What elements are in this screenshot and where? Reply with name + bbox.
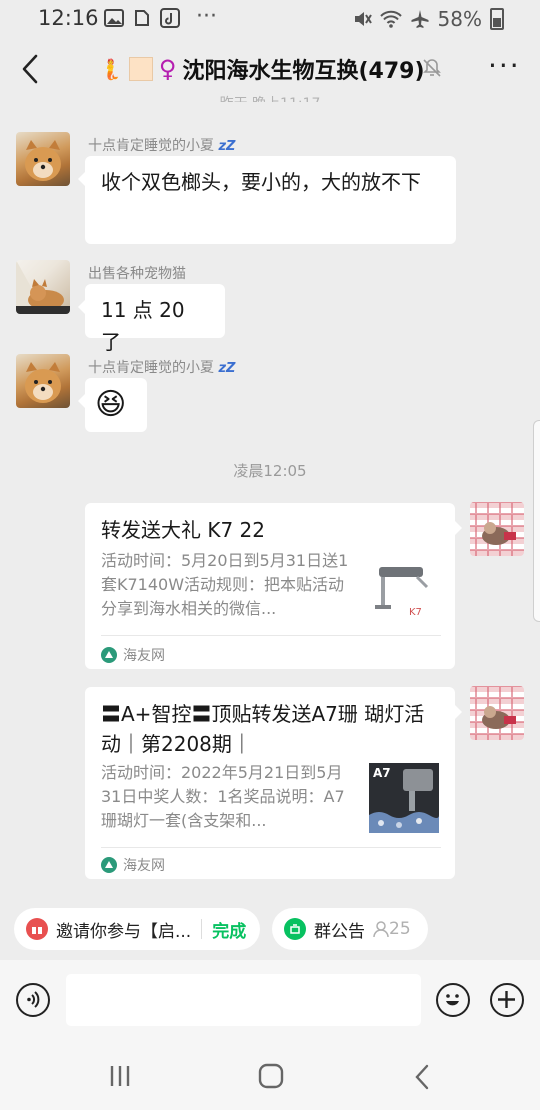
female-sign-emoji: ♀ — [158, 55, 177, 83]
notice-icon — [284, 918, 306, 940]
card-source-text: 海友网 — [123, 858, 165, 874]
mute-icon — [354, 12, 372, 26]
notice-count: 25 — [389, 919, 411, 939]
thumb-label: K7 — [409, 607, 422, 618]
status-time: 12:16 — [38, 6, 99, 30]
sender-name-text: 十点肯定睡觉的小夏 — [88, 360, 214, 376]
invite-chip[interactable]: 邀请你参与【启... 完成 — [14, 908, 260, 950]
system-nav-bar — [0, 1042, 540, 1110]
card-title: 转发送大礼 K7 22 — [101, 518, 266, 542]
chip-divider — [201, 919, 203, 939]
status-right: 58% — [352, 7, 504, 31]
person-icon — [373, 921, 389, 938]
gift-icon — [26, 918, 48, 940]
card-thumbnail: A7 — [369, 763, 439, 833]
group-title[interactable]: 🧜 ♀ 沈阳海水生物互换(479) — [98, 53, 425, 85]
self-avatar-image — [470, 686, 524, 740]
complete-button[interactable]: 完成 — [212, 917, 246, 942]
link-card[interactable]: 转发送大礼 K7 22 活动时间：5月20日到5月31日送1套K7140W活动规… — [85, 503, 462, 669]
card-title: 〓A+智控〓顶贴转发送A7珊 瑚灯活动｜第2208期｜ — [101, 702, 425, 756]
sleep-zz-icon: zZ — [218, 139, 236, 154]
mute-bell-icon — [423, 59, 441, 77]
sleep-zz-icon: zZ — [218, 361, 236, 376]
input-bar — [0, 960, 540, 1042]
avatar-self[interactable] — [470, 686, 524, 740]
card-source-text: 海友网 — [123, 648, 165, 664]
back-arrow-icon[interactable] — [16, 52, 46, 86]
time-divider: 凌晨12:05 — [233, 462, 307, 480]
home-icon[interactable] — [258, 1063, 284, 1089]
message-input[interactable] — [66, 974, 421, 1026]
invite-text: 邀请你参与【启... — [56, 921, 192, 942]
link-card[interactable]: 〓A+智控〓顶贴转发送A7珊 瑚灯活动｜第2208期｜ 活动时间：2022年5月… — [85, 687, 462, 879]
self-avatar-image — [470, 502, 524, 556]
avatar-cat[interactable] — [16, 260, 70, 314]
card-description: 活动时间：2022年5月21日到5月31日中奖人数：1名奖品说明：A7珊瑚灯一套… — [101, 763, 345, 830]
tiktok-icon — [160, 8, 180, 28]
source-logo-icon — [101, 647, 117, 663]
blank-square-emoji — [128, 57, 153, 81]
cat-image — [16, 260, 70, 314]
sender-name: 十点肯定睡觉的小夏 zZ — [88, 135, 235, 155]
battery-percent: 58% — [437, 7, 482, 31]
thumb-label: A7 — [373, 766, 391, 780]
sticker-bubble[interactable]: 😆 — [78, 378, 147, 432]
avatar-shiba[interactable] — [16, 354, 70, 408]
sender-name: 十点肯定睡觉的小夏 zZ — [88, 357, 235, 377]
avatar-self[interactable] — [470, 502, 524, 556]
wifi-icon — [379, 10, 402, 28]
message-bubble[interactable]: 11 点 20 了 — [78, 284, 225, 354]
files-icon — [135, 10, 149, 26]
more-options-button[interactable]: ··· — [488, 52, 521, 80]
faded-timestamp: 昨天 晚上11:17 — [0, 90, 540, 102]
voice-button[interactable] — [16, 983, 50, 1017]
card-source: 海友网 — [101, 645, 165, 665]
plus-button[interactable] — [490, 983, 524, 1017]
gallery-icon — [104, 9, 124, 27]
notice-text: 群公告 — [314, 921, 365, 942]
airplane-icon — [411, 10, 429, 28]
shiba-dog-image — [25, 362, 61, 403]
source-logo-icon — [101, 857, 117, 873]
coral-light-image: A7 — [369, 763, 439, 833]
sender-name-text: 十点肯定睡觉的小夏 — [88, 138, 214, 154]
message-bubble[interactable]: 收个双色榔头，要小的，大的放不下 — [78, 156, 456, 244]
mermaid-emoji: 🧜 — [98, 57, 123, 81]
aquarium-light-image: K7 — [375, 567, 429, 618]
card-divider — [101, 635, 441, 636]
card-source: 海友网 — [101, 855, 165, 875]
plus-icon — [498, 991, 515, 1008]
emoji-button[interactable] — [436, 983, 470, 1017]
status-bar: 12:16 ··· 58% — [0, 0, 540, 38]
smiley-icon — [446, 994, 459, 1006]
sender-name: 出售各种宠物猫 — [88, 266, 186, 282]
scroll-handle[interactable] — [533, 420, 540, 622]
group-notice-chip[interactable]: 群公告 25 — [272, 908, 428, 950]
status-more: ··· — [196, 4, 217, 29]
shiba-dog-image — [25, 140, 61, 181]
card-description: 活动时间：5月20日到5月31日送1套K7140W活动规则：把本贴活动分享到海水… — [101, 551, 349, 618]
battery-icon — [490, 8, 504, 30]
card-divider — [101, 847, 441, 848]
back-nav-icon[interactable] — [412, 1064, 432, 1090]
voice-icon — [27, 991, 40, 1008]
avatar-shiba[interactable] — [16, 132, 70, 186]
group-name: 沈阳海水生物互换(479) — [182, 59, 425, 84]
recent-apps-icon[interactable] — [108, 1064, 132, 1088]
card-thumbnail: K7 — [369, 557, 439, 627]
